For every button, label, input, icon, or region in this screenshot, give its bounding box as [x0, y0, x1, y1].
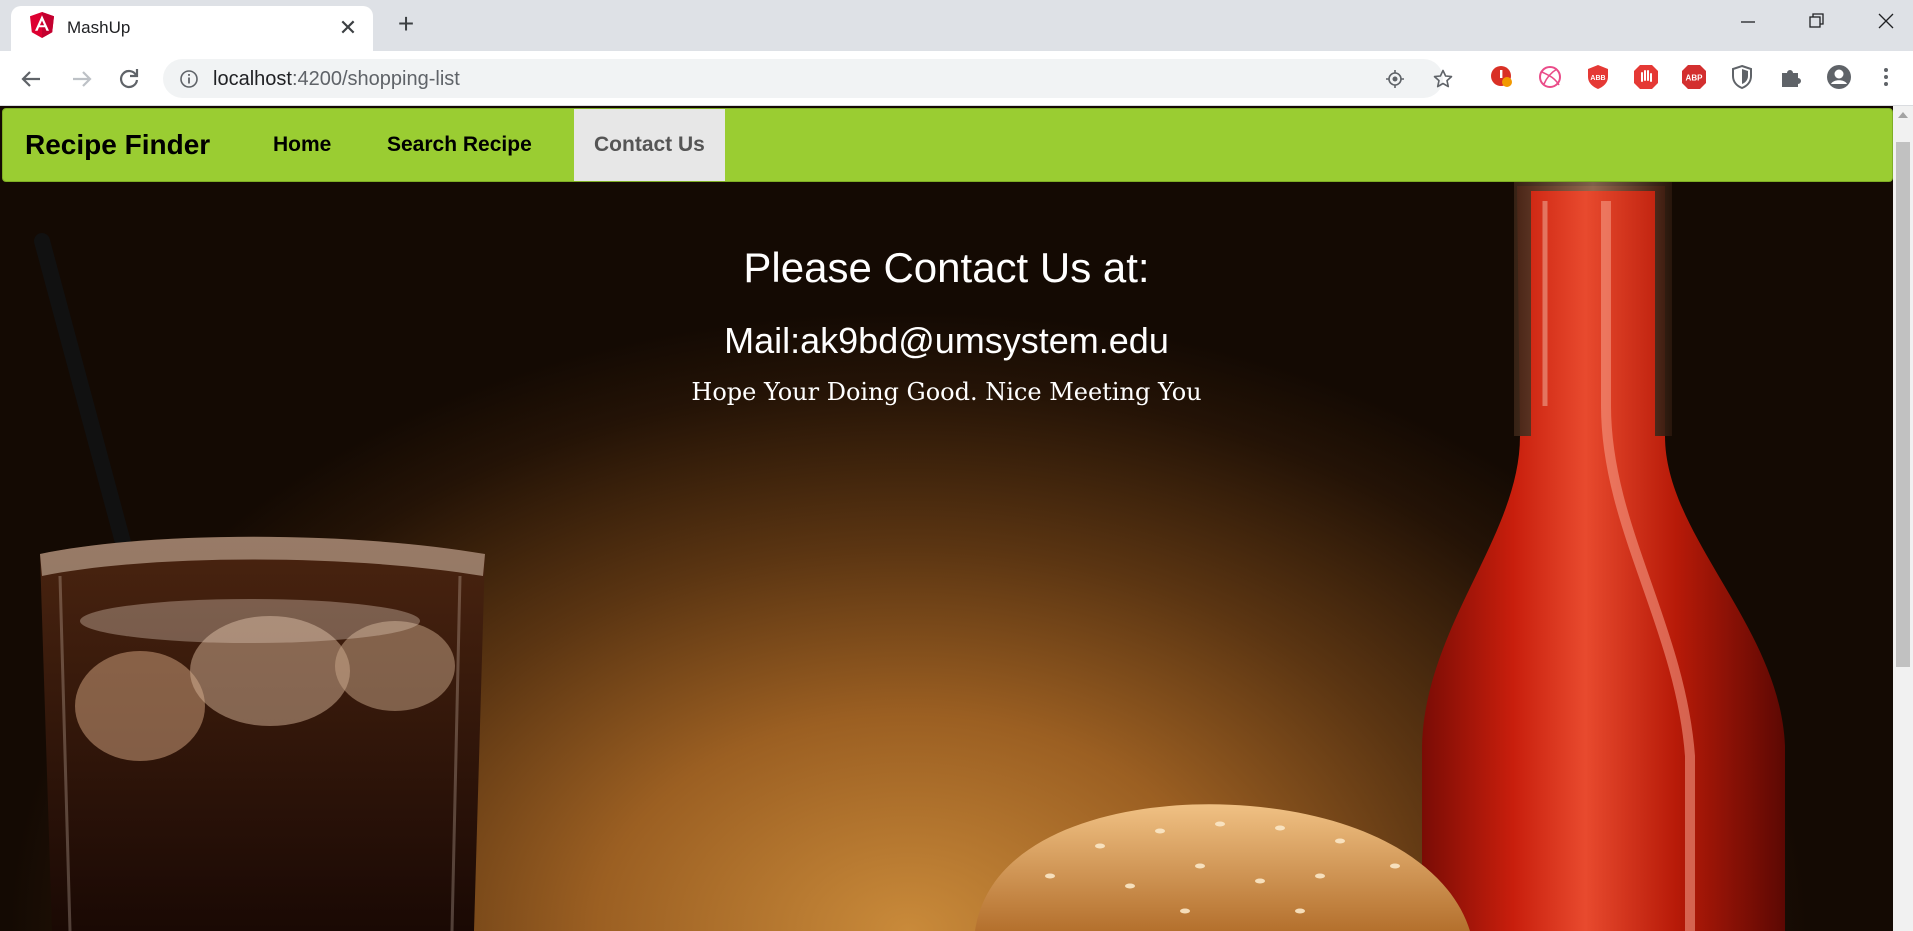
- hero-background: [0, 106, 1893, 931]
- nav-link-contact-us[interactable]: Contact Us: [574, 109, 725, 181]
- reload-icon[interactable]: [115, 65, 143, 93]
- restore-icon[interactable]: [1796, 8, 1836, 38]
- location-icon[interactable]: [1385, 69, 1405, 89]
- scroll-up-arrow[interactable]: [1898, 112, 1908, 118]
- url-host: localhost: [213, 68, 292, 90]
- browser-toolbar: localhost:4200/shopping-list ABB ABP: [0, 51, 1913, 106]
- svg-text:ABP: ABP: [1686, 74, 1704, 83]
- puzzle-icon[interactable]: [1777, 63, 1805, 91]
- tab-title: MashUp: [67, 18, 131, 37]
- url-path: :4200/shopping-list: [291, 68, 460, 90]
- stop-hand-icon[interactable]: [1632, 63, 1660, 91]
- minimize-icon[interactable]: [1727, 8, 1767, 38]
- burger-bun: [975, 804, 1470, 931]
- forward-icon[interactable]: [67, 65, 95, 93]
- scrollbar-thumb[interactable]: [1896, 142, 1910, 667]
- extension-alert-icon[interactable]: [1488, 63, 1516, 91]
- contact-title: Please Contact Us at:: [743, 244, 1150, 291]
- site-info-icon[interactable]: [179, 69, 199, 89]
- tab-strip: MashUp ✕ +: [0, 0, 1913, 51]
- page-viewport: Recipe Finder Home Search Recipe Contact…: [0, 106, 1893, 931]
- page-scrollbar[interactable]: [1893, 106, 1913, 931]
- address-bar[interactable]: localhost:4200/shopping-list: [163, 59, 1453, 98]
- adblock-icon[interactable]: ABB: [1584, 63, 1612, 91]
- nav-link-search-recipe[interactable]: Search Recipe: [367, 109, 552, 181]
- angular-icon: [30, 12, 54, 38]
- profile-icon[interactable]: [1825, 63, 1853, 91]
- contact-note: Hope Your Doing Good. Nice Meeting You: [691, 378, 1202, 406]
- url-text[interactable]: localhost:4200/shopping-list: [213, 68, 460, 91]
- bookmark-star-icon[interactable]: [1433, 69, 1453, 89]
- more-menu-icon[interactable]: [1872, 63, 1900, 91]
- abp-icon[interactable]: ABP: [1680, 63, 1708, 91]
- shield-icon[interactable]: [1728, 63, 1756, 91]
- brand-link[interactable]: Recipe Finder: [25, 129, 210, 161]
- site-navbar: Recipe Finder Home Search Recipe Contact…: [2, 108, 1893, 182]
- contact-email: Mail:ak9bd@umsystem.edu: [724, 320, 1169, 361]
- extension-dribbble-icon[interactable]: [1536, 63, 1564, 91]
- nav-link-home[interactable]: Home: [253, 109, 351, 181]
- close-tab-icon[interactable]: ✕: [337, 17, 359, 39]
- new-tab-button[interactable]: +: [392, 10, 420, 39]
- back-icon[interactable]: [18, 65, 46, 93]
- browser-tab[interactable]: MashUp ✕: [11, 6, 373, 51]
- close-window-icon[interactable]: [1865, 8, 1905, 38]
- svg-text:ABB: ABB: [1590, 75, 1605, 82]
- food-photo: [34, 150, 1785, 931]
